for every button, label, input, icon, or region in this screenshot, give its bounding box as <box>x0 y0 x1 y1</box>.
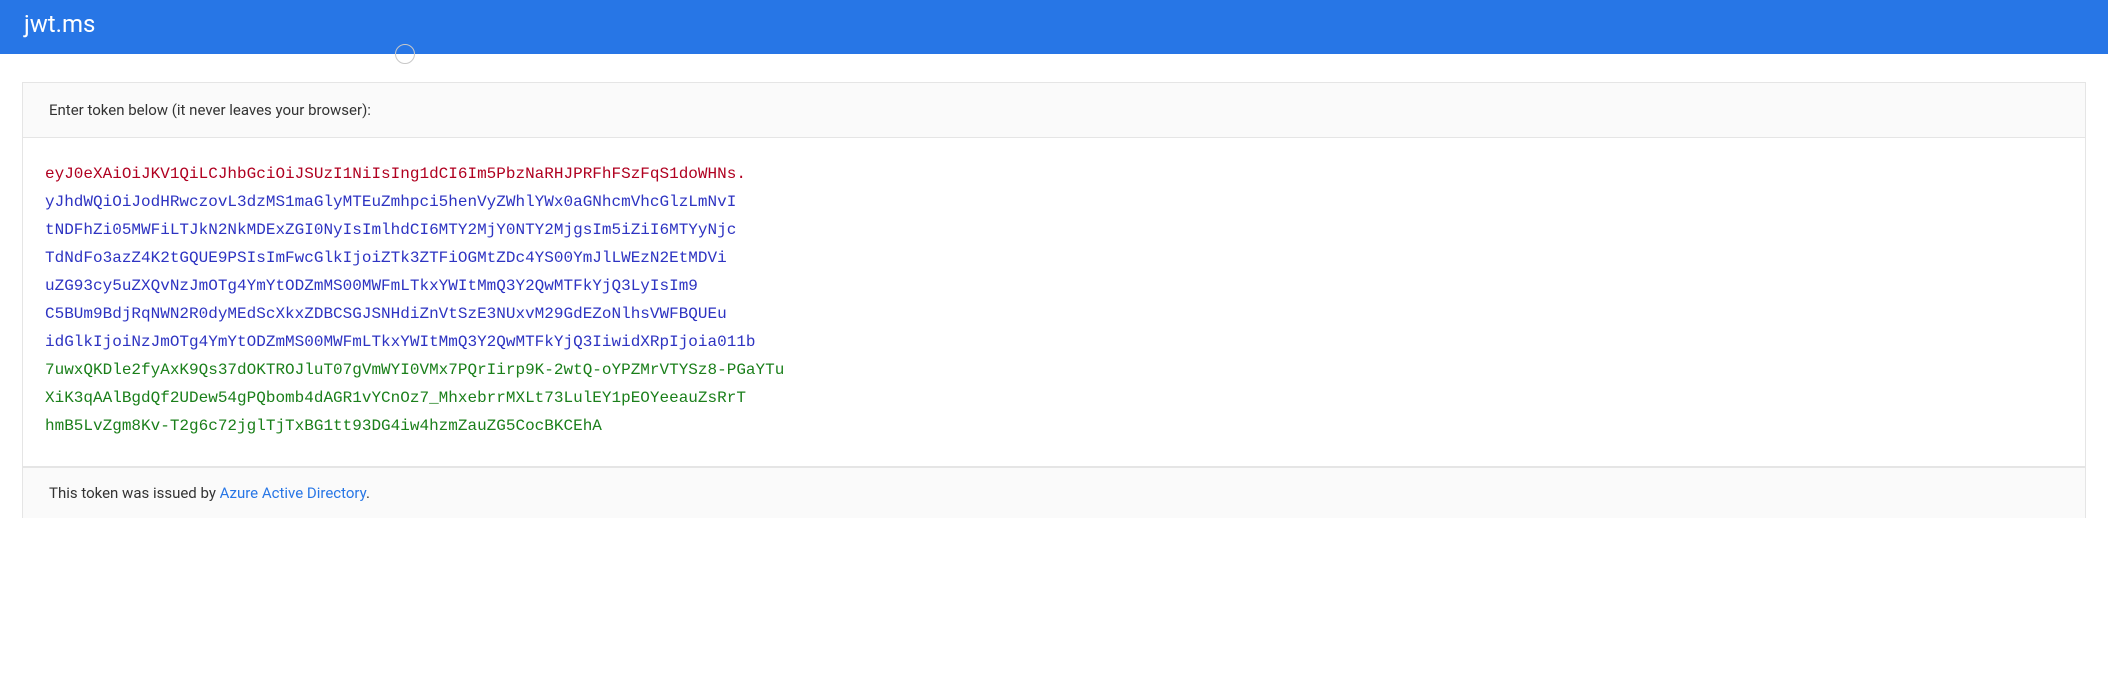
token-payload-segment: tNDFhZi05MWFiLTJkN2NkMDExZGI0NyIsImlhdCI… <box>45 216 2063 244</box>
token-payload-segment: idGlkIjoiNzJmOTg4YmYtODZmMS00MWFmLTkxYWI… <box>45 328 2063 356</box>
app-header: jwt.ms <box>0 0 2108 54</box>
input-label: Enter token below (it never leaves your … <box>23 83 2085 138</box>
token-payload-segment: C5BUm9BdjRqNWN2R0dyMEdScXkxZDBCSGJSNHdiZ… <box>45 300 2063 328</box>
token-payload-segment: yJhdWQiOiJodHRwczovL3dzMS1maGlyMTEuZmhpc… <box>45 188 2063 216</box>
token-panel: Enter token below (it never leaves your … <box>22 82 2086 467</box>
token-signature-segment: XiK3qAAlBgdQf2UDew54gPQbomb4dAGR1vYCnOz7… <box>45 384 2063 412</box>
issuer-info: This token was issued by Azure Active Di… <box>22 467 2086 518</box>
main-container: Enter token below (it never leaves your … <box>0 54 2108 467</box>
app-title: jwt.ms <box>24 10 95 38</box>
token-payload-segment: TdNdFo3azZ4K2tGQUE9PSIsImFwcGlkIjoiZTk3Z… <box>45 244 2063 272</box>
issuer-suffix: . <box>366 484 370 502</box>
token-signature-segment: 7uwxQKDle2fyAxK9Qs37dOKTROJluT07gVmWYI0V… <box>45 356 2063 384</box>
issuer-link[interactable]: Azure Active Directory <box>220 484 366 502</box>
issuer-prefix: This token was issued by <box>49 484 220 502</box>
token-payload-segment: uZG93cy5uZXQvNzJmOTg4YmYtODZmMS00MWFmLTk… <box>45 272 2063 300</box>
loading-spinner-icon <box>395 44 415 64</box>
token-signature-segment: hmB5LvZgm8Kv-T2g6c72jglTjTxBG1tt93DG4iw4… <box>45 412 2063 440</box>
token-input[interactable]: eyJ0eXAiOiJKV1QiLCJhbGciOiJSUzI1NiIsIng1… <box>23 138 2085 466</box>
token-header-segment: eyJ0eXAiOiJKV1QiLCJhbGciOiJSUzI1NiIsIng1… <box>45 160 2063 188</box>
